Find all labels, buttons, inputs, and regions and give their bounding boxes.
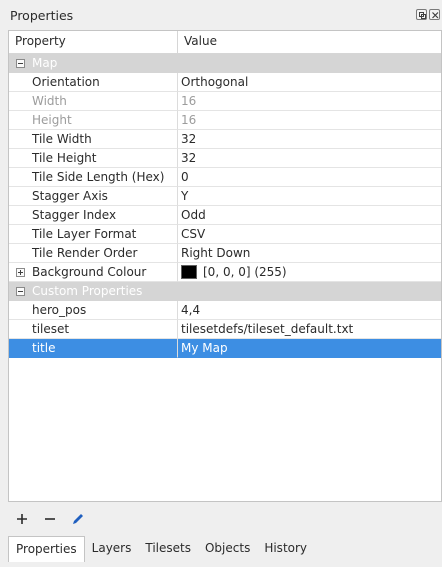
properties-toolbar (8, 506, 92, 532)
property-value[interactable]: My Map (178, 339, 441, 358)
property-row[interactable]: Tile Render Order Right Down (9, 244, 441, 263)
dock-title: Properties (10, 7, 74, 23)
property-value[interactable]: 16 (178, 92, 441, 111)
property-value[interactable]: 32 (178, 130, 441, 149)
dock-title-bar: Properties (0, 0, 442, 30)
property-value[interactable]: 32 (178, 149, 441, 168)
property-name: hero_pos (9, 301, 178, 320)
custom-property-row[interactable]: hero_pos 4,4 (9, 301, 441, 320)
property-row[interactable]: Stagger Axis Y (9, 187, 441, 206)
property-row-background-colour[interactable]: Background Colour [0, 0, 0] (255) (9, 263, 441, 282)
property-name: tileset (9, 320, 178, 339)
property-value[interactable]: Orthogonal (178, 73, 441, 92)
property-row[interactable]: Tile Height 32 (9, 149, 441, 168)
property-name: Tile Side Length (Hex) (9, 168, 178, 187)
collapse-icon[interactable] (16, 59, 25, 68)
property-value[interactable]: 0 (178, 168, 441, 187)
property-value[interactable]: Y (178, 187, 441, 206)
header-value[interactable]: Value (178, 31, 441, 53)
property-row[interactable]: Tile Layer Format CSV (9, 225, 441, 244)
tab-history[interactable]: History (257, 536, 314, 562)
expand-icon[interactable] (16, 268, 25, 277)
property-value[interactable]: 16 (178, 111, 441, 130)
property-name: Tile Render Order (9, 244, 178, 263)
property-row[interactable]: Orientation Orthogonal (9, 73, 441, 92)
property-row[interactable]: Tile Side Length (Hex) 0 (9, 168, 441, 187)
remove-icon (45, 518, 55, 520)
remove-property-button[interactable] (36, 506, 64, 532)
tab-tilesets[interactable]: Tilesets (138, 536, 198, 562)
group-label: Custom Properties (32, 284, 143, 298)
tab-layers[interactable]: Layers (85, 536, 139, 562)
tree-header: Property Value (9, 31, 441, 54)
property-value[interactable]: Odd (178, 206, 441, 225)
custom-property-row[interactable]: title My Map (9, 339, 441, 358)
property-name: Tile Layer Format (9, 225, 178, 244)
property-name: Height (9, 111, 178, 130)
group-custom-properties[interactable]: Custom Properties (9, 282, 441, 301)
collapse-icon[interactable] (16, 287, 25, 296)
property-name: Tile Height (9, 149, 178, 168)
rename-property-button[interactable] (64, 506, 92, 532)
close-icon[interactable] (429, 9, 440, 20)
float-icon[interactable] (416, 9, 427, 20)
group-map[interactable]: Map (9, 54, 441, 73)
dock-tabs: Properties Layers Tilesets Objects History (8, 536, 314, 562)
property-value[interactable]: CSV (178, 225, 441, 244)
property-row[interactable]: Stagger Index Odd (9, 206, 441, 225)
custom-property-row[interactable]: tileset tilesetdefs/tileset_default.txt (9, 320, 441, 339)
property-name: Tile Width (9, 130, 178, 149)
properties-tree[interactable]: Property Value Map Orientation Orthogonal… (8, 30, 442, 502)
add-property-button[interactable] (8, 506, 36, 532)
tab-objects[interactable]: Objects (198, 536, 257, 562)
property-row[interactable]: Tile Width 32 (9, 130, 441, 149)
property-name: Stagger Index (9, 206, 178, 225)
edit-icon (73, 514, 83, 524)
property-value[interactable]: 4,4 (178, 301, 441, 320)
property-value[interactable]: tilesetdefs/tileset_default.txt (178, 320, 441, 339)
property-row[interactable]: Height 16 (9, 111, 441, 130)
property-name: Stagger Axis (9, 187, 178, 206)
property-name: title (9, 339, 178, 358)
property-name: Orientation (9, 73, 178, 92)
property-name: Background Colour (32, 265, 147, 279)
property-name: Width (9, 92, 178, 111)
property-value: [0, 0, 0] (255) (203, 265, 287, 279)
header-property[interactable]: Property (9, 31, 178, 53)
color-swatch[interactable] (181, 265, 197, 279)
group-label: Map (32, 56, 58, 70)
tab-properties[interactable]: Properties (8, 536, 85, 562)
add-icon (17, 514, 27, 524)
property-row[interactable]: Width 16 (9, 92, 441, 111)
property-value[interactable]: Right Down (178, 244, 441, 263)
